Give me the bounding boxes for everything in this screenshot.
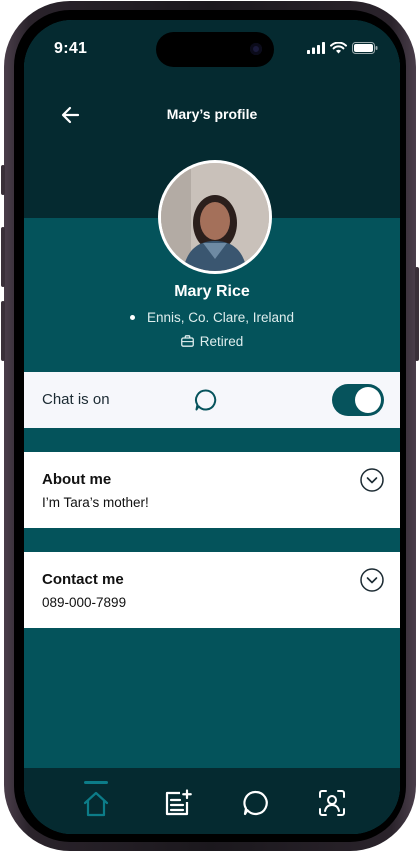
chat-bubble-icon xyxy=(195,389,217,411)
chevron-down-icon[interactable] xyxy=(360,568,384,592)
signal-icon xyxy=(307,42,325,54)
contact-phone-text: 089-000-7899 xyxy=(42,595,127,610)
tab-add-note[interactable] xyxy=(163,789,193,819)
chat-toggle-switch[interactable] xyxy=(332,384,384,416)
location-text: Ennis, Co. Clare, Ireland xyxy=(146,310,295,325)
about-me-text: I’m Tara’s mother! xyxy=(42,495,149,510)
phone-frame: 9:41 Mary’s profile Mary Rice Ennis, Co.… xyxy=(1,1,419,851)
camera-icon xyxy=(250,43,262,55)
contact-me-card[interactable]: Contact me 089-000-7899 xyxy=(24,552,400,628)
home-icon xyxy=(83,791,109,817)
profile-photo xyxy=(161,163,269,271)
screen: 9:41 Mary’s profile Mary Rice Ennis, Co.… xyxy=(24,20,400,834)
volume-down-button xyxy=(1,301,5,361)
toggle-knob xyxy=(355,387,381,413)
person-portrait-icon xyxy=(161,163,269,271)
dynamic-island xyxy=(156,32,274,67)
about-me-title: About me xyxy=(42,471,112,488)
occupation-text: Retired xyxy=(199,334,244,349)
briefcase-icon xyxy=(180,335,194,348)
tab-home[interactable] xyxy=(81,790,111,820)
volume-up-button xyxy=(1,227,5,287)
add-note-icon xyxy=(165,789,192,816)
chat-icon xyxy=(243,790,268,816)
chat-toggle-row: Chat is on xyxy=(24,372,400,428)
tab-profile[interactable] xyxy=(318,789,348,819)
location-bullet-icon xyxy=(129,314,135,320)
chat-toggle-label: Chat is on xyxy=(42,391,110,408)
wifi-icon xyxy=(330,42,347,54)
avatar xyxy=(158,160,272,274)
active-tab-indicator xyxy=(84,781,108,784)
status-icons xyxy=(307,42,378,54)
page-title: Mary’s profile xyxy=(166,106,258,122)
about-me-card[interactable]: About me I’m Tara’s mother! xyxy=(24,452,400,528)
profile-location: Ennis, Co. Clare, Ireland xyxy=(24,310,400,325)
contact-me-title: Contact me xyxy=(42,571,124,588)
status-time: 9:41 xyxy=(54,40,88,57)
chevron-down-icon[interactable] xyxy=(360,468,384,492)
battery-icon xyxy=(352,42,378,54)
profile-occupation: Retired xyxy=(24,334,400,349)
profile-scan-icon xyxy=(319,790,345,816)
tab-chat[interactable] xyxy=(242,789,272,819)
tab-bar xyxy=(24,768,400,834)
mute-switch xyxy=(1,165,5,195)
power-button xyxy=(415,267,419,361)
profile-name: Mary Rice xyxy=(174,283,250,300)
